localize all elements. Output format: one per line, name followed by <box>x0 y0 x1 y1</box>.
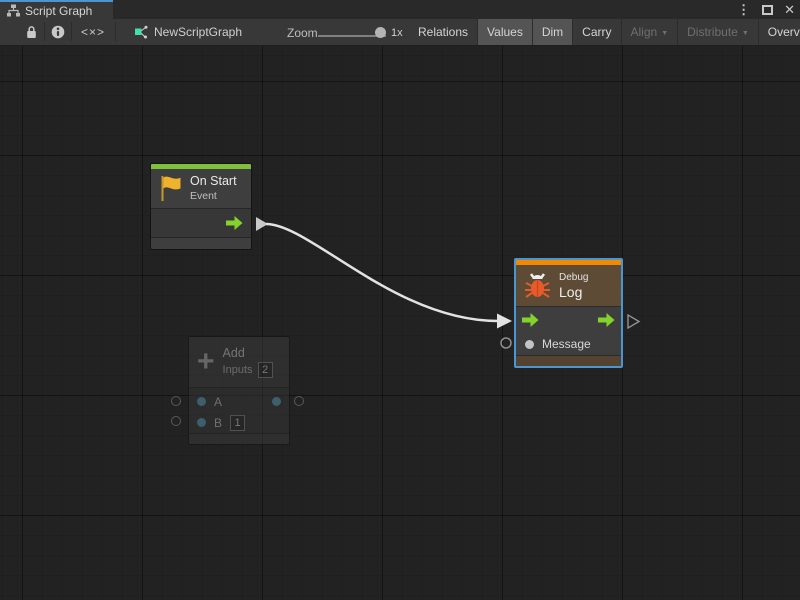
port-a-dot[interactable] <box>197 397 206 406</box>
relations-button[interactable]: Relations <box>409 19 477 45</box>
debug-message-row: Message <box>516 333 621 355</box>
flow-output-arrow-icon[interactable] <box>598 313 615 327</box>
node-footer <box>516 355 621 366</box>
relations-label: Relations <box>418 25 468 39</box>
port-b-label: B <box>214 416 222 430</box>
add-output-dot[interactable] <box>272 397 281 406</box>
debug-message-outer-port[interactable] <box>501 338 511 348</box>
flow-output-arrow-icon[interactable] <box>226 216 243 230</box>
overview-button[interactable]: Overview <box>758 19 800 45</box>
add-port-row-b: B 1 <box>189 412 289 433</box>
node-title: Add <box>223 346 273 360</box>
add-body: A B 1 <box>189 387 289 433</box>
carry-button[interactable]: Carry <box>572 19 620 45</box>
distribute-label: Distribute <box>687 25 738 39</box>
close-icon[interactable]: ✕ <box>783 3 796 16</box>
zoom-slider-handle[interactable] <box>375 27 386 38</box>
values-button[interactable]: Values <box>477 19 532 45</box>
dim-label: Dim <box>542 25 563 39</box>
lock-icon <box>26 25 37 39</box>
plus-icon: + <box>197 350 215 374</box>
wire-arrowhead <box>497 314 512 329</box>
node-subtitle: Inputs <box>223 364 253 376</box>
distribute-button[interactable]: Distribute ▼ <box>677 19 758 45</box>
inputs-count-field[interactable]: 2 <box>258 362 273 378</box>
window-menu-icon[interactable]: ⋮ <box>735 3 752 16</box>
node-title: On Start <box>190 174 237 190</box>
tab-bar: Script Graph ⋮ ✕ <box>0 0 800 19</box>
tab-label: Script Graph <box>25 4 92 18</box>
on-start-port-row <box>151 208 251 237</box>
debug-output-flow-port[interactable] <box>628 315 639 328</box>
message-port-label: Message <box>542 337 591 351</box>
port-b-value-field[interactable]: 1 <box>230 415 245 431</box>
wire-layer <box>0 46 800 600</box>
graph-toolbar: <×> NewScriptGraph Zoom 1x Relations Val… <box>0 19 800 46</box>
on-start-header: On Start Event <box>151 169 251 208</box>
lock-button[interactable] <box>18 19 44 45</box>
message-value-port[interactable] <box>525 340 534 349</box>
zoom-value: 1x <box>391 27 403 39</box>
node-debug-log[interactable]: Debug Log Message <box>514 258 623 368</box>
align-button[interactable]: Align ▼ <box>621 19 678 45</box>
node-footer <box>151 237 251 249</box>
graph-breadcrumb[interactable]: NewScriptGraph <box>134 19 242 45</box>
debug-header: Debug Log <box>516 265 621 306</box>
zoom-label: Zoom <box>287 26 318 40</box>
add-header: + Add Inputs 2 <box>189 337 289 387</box>
dim-button[interactable]: Dim <box>532 19 572 45</box>
script-graph-tab-icon <box>7 4 20 17</box>
inspector-button[interactable] <box>45 19 71 45</box>
node-subtitle: Event <box>190 190 237 203</box>
window-controls: ⋮ ✕ <box>735 0 796 19</box>
chevron-down-icon: ▼ <box>661 30 668 37</box>
node-add-dimmed-group: + Add Inputs 2 A B 1 <box>166 334 308 450</box>
graph-name: NewScriptGraph <box>154 25 242 39</box>
overview-label: Overview <box>768 25 800 39</box>
port-a-label: A <box>214 395 222 409</box>
flag-icon <box>159 175 182 202</box>
toolbar-toggle-group: Relations Values Dim Carry Align ▼ Distr… <box>409 19 800 45</box>
script-graph-asset-icon <box>134 25 148 39</box>
maximize-icon[interactable] <box>762 5 773 15</box>
tab-script-graph[interactable]: Script Graph <box>0 0 113 19</box>
node-title: Log <box>559 284 588 301</box>
values-label: Values <box>487 25 523 39</box>
bug-icon <box>524 271 551 301</box>
toolbar-separator <box>115 22 116 41</box>
code-view-button[interactable]: <×> <box>71 19 115 45</box>
add-output-outer-port[interactable] <box>294 396 304 406</box>
node-category: Debug <box>559 271 588 284</box>
chevron-down-icon: ▼ <box>742 30 749 37</box>
info-icon <box>51 25 65 39</box>
carry-label: Carry <box>582 25 611 39</box>
node-add[interactable]: + Add Inputs 2 A B 1 <box>188 336 290 445</box>
add-input-b-outer-port[interactable] <box>171 416 181 426</box>
align-label: Align <box>631 25 658 39</box>
flow-connection-wire[interactable] <box>266 224 498 321</box>
add-port-row-a: A <box>189 391 289 412</box>
graph-canvas[interactable]: On Start Event Debug <box>0 46 800 600</box>
code-view-icon: <×> <box>81 25 105 39</box>
add-input-a-outer-port[interactable] <box>171 396 181 406</box>
flow-input-arrow-icon[interactable] <box>522 313 539 327</box>
debug-flow-port-row <box>516 307 621 333</box>
node-on-start[interactable]: On Start Event <box>150 163 252 250</box>
debug-body: Message <box>516 306 621 355</box>
node-footer <box>189 433 289 445</box>
port-b-dot[interactable] <box>197 418 206 427</box>
